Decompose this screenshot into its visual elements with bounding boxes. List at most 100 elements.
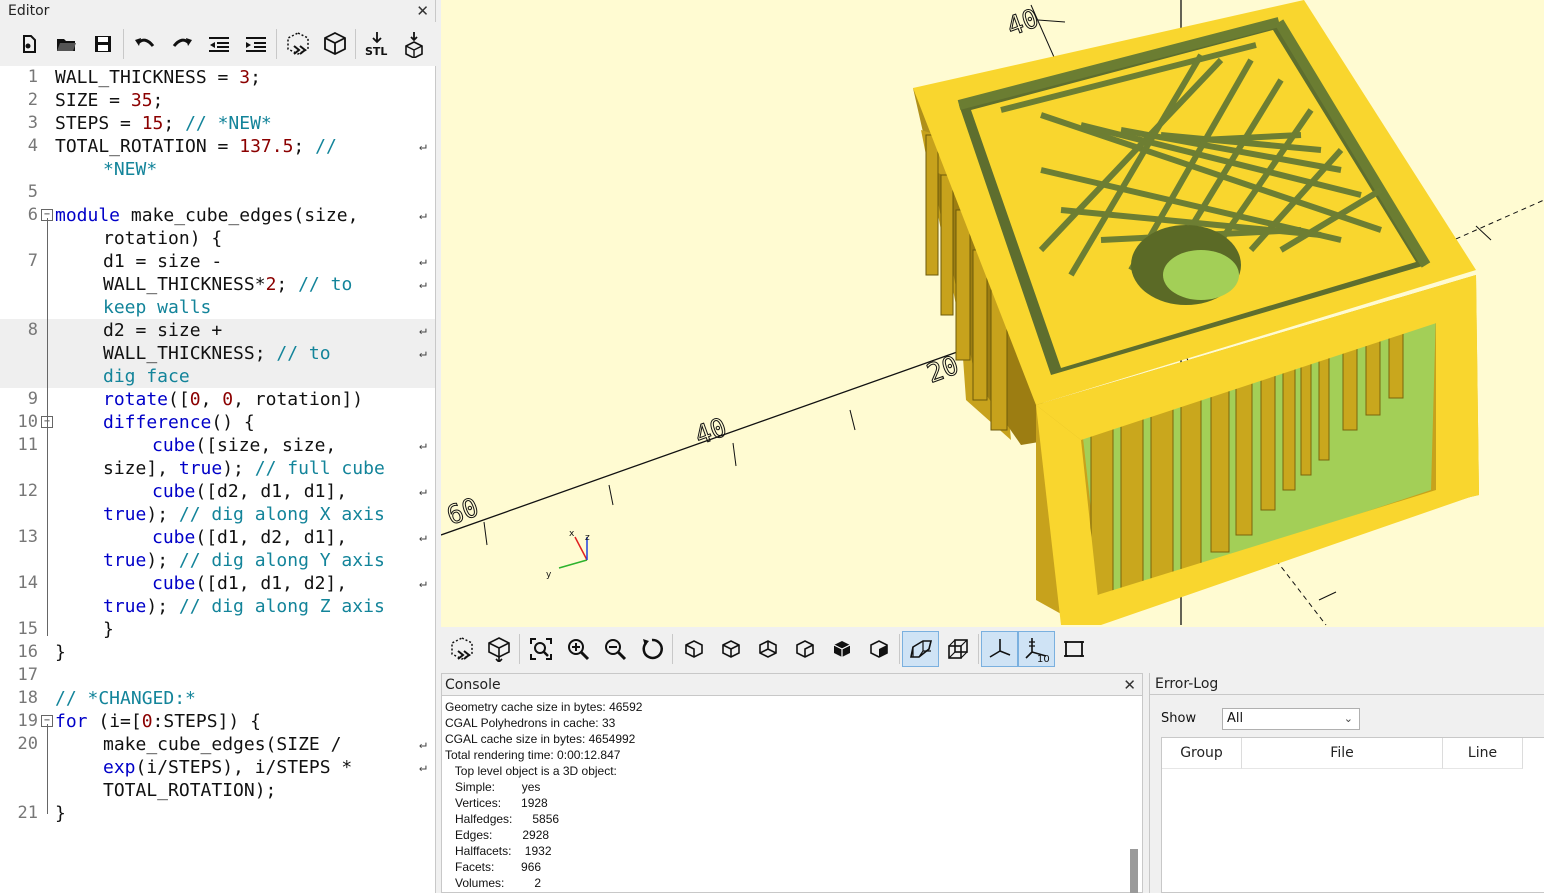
editor-close-icon[interactable]: ✕ (416, 0, 429, 22)
preview-button[interactable] (279, 26, 316, 62)
code-line: 7 d1 = size - ↵ (0, 250, 435, 273)
axis-label-60: 60 (443, 493, 483, 532)
column-header-group[interactable]: Group (1162, 738, 1242, 769)
code-line: true); // dig along X axis (0, 503, 435, 526)
export-stl-button[interactable]: STL (358, 26, 395, 62)
column-header-file[interactable]: File (1242, 738, 1443, 769)
code-token: 0 (141, 711, 153, 732)
code-line: size], true); // full cube (0, 457, 435, 480)
code-line: rotation) { (0, 227, 435, 250)
axes-icon (989, 638, 1010, 658)
show-axes-button[interactable] (981, 630, 1018, 667)
show-edges-button[interactable] (1055, 631, 1092, 667)
console-line: Halfedges: 5856 (445, 812, 560, 826)
editor-toolbar: STL (0, 22, 436, 66)
save-file-button[interactable] (84, 26, 121, 62)
error-log-panel: Error-Log Show All ⌄ Group File Line (1149, 673, 1544, 893)
perspective-button[interactable] (902, 630, 939, 667)
code-line: 11 cube([size, size, ↵ (0, 434, 435, 457)
code-token: cube (152, 573, 196, 594)
console-panel: Console ✕ Geometry cache size in bytes: … (441, 673, 1143, 893)
code-line: 2 SIZE = 35; (0, 89, 435, 112)
redo-button[interactable] (163, 26, 200, 62)
code-token: 15 (141, 113, 164, 134)
column-header-line[interactable]: Line (1443, 738, 1523, 769)
undo-button[interactable] (126, 26, 163, 62)
code-text: cube([d2, d1, d1], (152, 480, 347, 503)
zoom-all-icon (529, 637, 552, 660)
render-button[interactable] (316, 26, 353, 62)
view-bottom-button[interactable] (749, 631, 786, 667)
console-scrollbar[interactable] (1130, 849, 1138, 893)
code-token: STEPS = (55, 113, 142, 134)
line-number: 6 (27, 205, 38, 225)
code-token: d1 = size - (103, 251, 223, 272)
toolbar-separator (899, 633, 900, 664)
x-tick (483, 521, 488, 546)
code-text: module make_cube_edges(size, (55, 204, 358, 227)
code-token: // (315, 136, 337, 157)
preview-view-button[interactable] (443, 631, 480, 667)
chevron-down-icon: ⌄ (1343, 712, 1353, 725)
code-token: *NEW* (103, 159, 158, 180)
console-close-icon[interactable]: ✕ (1123, 674, 1136, 696)
open-file-button[interactable] (47, 26, 84, 62)
code-line: 13 cube([d1, d2, d1], ↵ (0, 526, 435, 549)
code-line: WALL_THICKNESS*2; // to ↵ (0, 273, 435, 296)
editor-title-bar: Editor ✕ (0, 0, 435, 22)
code-token: cube (152, 435, 196, 456)
code-token: ); (146, 596, 179, 617)
line-number: 19 (17, 711, 38, 731)
3d-viewport[interactable]: 60 40 20 40 x z y (441, 0, 1544, 627)
error-log-title-bar: Error-Log (1150, 673, 1544, 695)
view-top-button[interactable] (712, 631, 749, 667)
show-filter-select[interactable]: All ⌄ (1222, 708, 1360, 730)
code-text: // *CHANGED:* (55, 687, 196, 710)
code-text: keep walls (103, 296, 211, 319)
code-text: d2 = size + (103, 319, 222, 342)
zoom-out-button[interactable] (596, 631, 633, 667)
reset-view-button[interactable] (633, 631, 670, 667)
code-text: TOTAL_ROTATION); (103, 779, 276, 802)
send-to-print-button[interactable] (395, 26, 432, 62)
view-right-button[interactable] (675, 631, 712, 667)
word-wrap-icon: ↵ (419, 346, 427, 361)
console-line: Facets: 966 (445, 860, 542, 874)
x-neg-tick (1475, 225, 1492, 241)
toolbar-separator (355, 29, 356, 59)
console-line: CGAL cache size in bytes: 4654992 (445, 732, 636, 746)
render-view-button[interactable] (480, 631, 517, 667)
editor-panel: Editor ✕ STL 1 WALL_THICKNESS = 3; 2 SIZ… (0, 0, 436, 893)
orthogonal-button[interactable] (939, 631, 976, 667)
code-token: ([d1, d2, d1], (195, 527, 348, 548)
code-token: (i/STEPS), i/STEPS * (135, 757, 353, 778)
code-token: ([d2, d1, d1], (195, 481, 348, 502)
code-token: 0 (222, 389, 234, 410)
word-wrap-icon: ↵ (419, 760, 427, 775)
code-editor[interactable]: 1 WALL_THICKNESS = 3; 2 SIZE = 35; 3 STEPS = … (0, 66, 435, 893)
code-text: } (55, 641, 66, 664)
view-back-button[interactable] (860, 631, 897, 667)
twisted-cube-model (913, 0, 1479, 625)
word-wrap-icon: ↵ (419, 484, 427, 499)
preview-icon (286, 32, 309, 55)
unindent-button[interactable] (200, 26, 237, 62)
show-scale-markers-button[interactable]: 10 (1018, 630, 1055, 667)
view-all-button[interactable] (522, 631, 559, 667)
console-line: Top level object is a 3D object: (445, 764, 617, 778)
code-text: exp(i/STEPS), i/STEPS * (103, 756, 352, 779)
view-left-button[interactable] (786, 631, 823, 667)
folder-open-icon (56, 39, 76, 51)
code-token: ; (293, 136, 316, 157)
zoom-in-button[interactable] (559, 631, 596, 667)
line-number: 18 (17, 688, 38, 708)
code-line: keep walls (0, 296, 435, 319)
view-front-button[interactable] (823, 631, 860, 667)
line-number: 5 (27, 182, 38, 202)
indent-button[interactable] (237, 26, 274, 62)
openscad-window: Editor ✕ STL 1 WALL_THICKNESS = 3; 2 SIZ… (0, 0, 1544, 893)
code-text: WALL_THICKNESS; // to (103, 342, 331, 365)
line-number: 8 (27, 320, 38, 340)
code-line: 1 WALL_THICKNESS = 3; (0, 66, 435, 89)
new-file-button[interactable] (10, 26, 47, 62)
